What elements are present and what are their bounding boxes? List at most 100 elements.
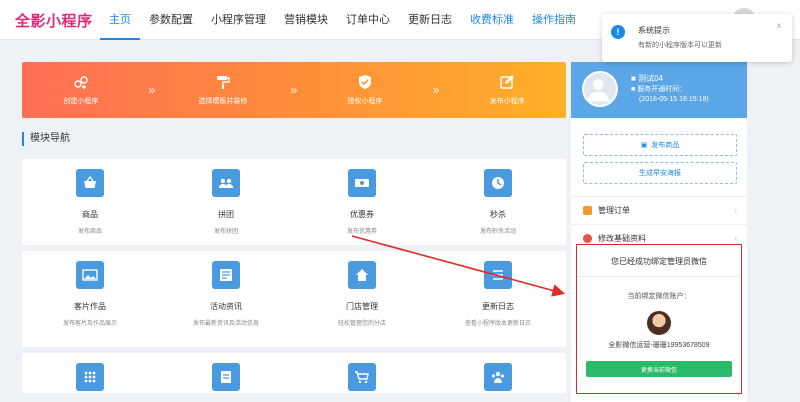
- module-desc: 轻松管理您的分店: [337, 321, 386, 327]
- profile-name-text: 测试04: [638, 74, 663, 83]
- module-card-flash-sale[interactable]: 秒杀 发布秒杀活动: [430, 159, 566, 245]
- profile-avatar[interactable]: [582, 71, 618, 107]
- module-desc: 发布商品: [77, 229, 102, 235]
- menu-label: 管理订单: [598, 206, 630, 215]
- module-title: 更新日志: [482, 302, 514, 311]
- module-title: 拼团: [218, 210, 234, 219]
- module-desc: 发布秒杀活动: [479, 229, 516, 235]
- cart-icon: [348, 363, 376, 391]
- module-card-coupons[interactable]: 优惠券 发布优惠券: [294, 159, 430, 245]
- module-desc: 发布优惠券: [346, 229, 377, 235]
- service-start-label: ■ 服务开通时间：: [631, 84, 686, 94]
- module-card-products[interactable]: 商品 发布商品: [22, 159, 158, 245]
- module-title: 客片作品: [74, 302, 106, 311]
- morning-poster-label: 生成早安海报: [639, 170, 681, 177]
- wechat-binding-panel: 您已经成功绑定管理员微信 当前绑定微信账户： 全影微信运营-珊珊19953678…: [576, 244, 742, 394]
- nav-item-marketing[interactable]: 营销模块: [275, 0, 337, 40]
- step-label: 授权小程序: [347, 98, 383, 105]
- module-card-team[interactable]: [430, 353, 566, 393]
- setup-steps-banner: 创建小程序 » 选择模板并装修 » 授权小程序 » 发布小程序: [22, 62, 566, 118]
- team-icon: [484, 363, 512, 391]
- calendar-icon: ■: [631, 86, 636, 93]
- profile-card: ■ 测试04 ■ 服务开通时间： (2018-05-15 16:15:18): [571, 62, 747, 118]
- chevron-right-icon: ›: [734, 206, 737, 215]
- toast-message: 有新的小程序版本可以更新: [638, 42, 722, 49]
- morning-poster-button[interactable]: 生成早安海报: [583, 162, 737, 184]
- side-panel: ■ 测试04 ■ 服务开通时间： (2018-05-15 16:15:18) ▣…: [571, 62, 747, 402]
- module-desc: 发布客片及作品展示: [62, 321, 117, 327]
- module-title: 秒杀: [490, 210, 506, 219]
- section-title-modules: 模块导航: [22, 132, 566, 146]
- paint-roller-icon: [216, 76, 230, 89]
- image-icon: [76, 261, 104, 289]
- wechat-avatar: [647, 311, 671, 335]
- service-start-date: (2018-05-15 16:15:18): [639, 96, 709, 103]
- service-start-label-text: 服务开通时间：: [637, 86, 687, 93]
- step-publish[interactable]: 发布小程序: [457, 74, 557, 106]
- nav-item-pricing[interactable]: 收费标准: [461, 0, 523, 40]
- step-label: 选择模板并装修: [198, 98, 248, 105]
- step-create[interactable]: 创建小程序: [31, 74, 131, 106]
- module-row: 商品 发布商品 拼团 发布拼团 优惠券 发布优惠券 秒杀 发布秒杀活动: [22, 159, 566, 245]
- change-wechat-button[interactable]: 更换当前微信: [586, 361, 732, 377]
- store-icon: [348, 261, 376, 289]
- module-title: 活动资讯: [210, 302, 242, 311]
- module-card-group-buy[interactable]: 拼团 发布拼团: [158, 159, 294, 245]
- module-card-apps[interactable]: [22, 353, 158, 393]
- menu-label: 修改基础资料: [598, 234, 646, 243]
- system-notification-toast: ! 系统提示 有新的小程序版本可以更新 ×: [602, 14, 792, 62]
- module-card-documents[interactable]: [158, 353, 294, 393]
- module-title: 商品: [82, 210, 98, 219]
- nav-item-guide[interactable]: 操作指南: [523, 0, 585, 40]
- brand-logo[interactable]: 全影小程序: [15, 10, 93, 31]
- step-arrow-icon: »: [148, 83, 156, 97]
- step-arrow-icon: »: [432, 83, 440, 97]
- wechat-binding-title: 您已经成功绑定管理员微信: [577, 256, 741, 277]
- module-card-portfolio[interactable]: 客片作品 发布客片及作品展示: [22, 251, 158, 347]
- group-icon: [212, 169, 240, 197]
- chevron-right-icon: ›: [734, 234, 737, 243]
- step-arrow-icon: »: [290, 83, 298, 97]
- module-card-stores[interactable]: 门店管理 轻松管理您的分店: [294, 251, 430, 347]
- news-icon: [212, 261, 240, 289]
- step-label: 创建小程序: [63, 98, 99, 105]
- nav-item-mini-program[interactable]: 小程序管理: [202, 0, 275, 40]
- module-card-news[interactable]: 活动资讯 发布最新资讯及活动信息: [158, 251, 294, 347]
- nav-item-home[interactable]: 主页: [100, 0, 140, 40]
- basket-icon: [76, 169, 104, 197]
- module-desc: 发布最新资讯及活动信息: [192, 321, 259, 327]
- module-card-changelog[interactable]: 更新日志 查看小程序版本更新日志: [430, 251, 566, 347]
- order-icon: [583, 206, 592, 215]
- module-grid: 商品 发布商品 拼团 发布拼团 优惠券 发布优惠券 秒杀 发布秒杀活动 客片作品…: [22, 159, 566, 393]
- step-label: 发布小程序: [489, 98, 525, 105]
- module-desc: 查看小程序版本更新日志: [464, 321, 531, 327]
- timer-icon: [484, 169, 512, 197]
- publish-product-label: 发布商品: [651, 142, 680, 149]
- nav-item-orders[interactable]: 订单中心: [337, 0, 399, 40]
- nav-item-changelog[interactable]: 更新日志: [399, 0, 461, 40]
- edit-icon: [500, 75, 515, 89]
- module-desc: 发布拼团: [213, 229, 238, 235]
- publish-product-button[interactable]: ▣ 发布商品: [583, 134, 737, 156]
- wechat-account-name: 全影微信运营-珊珊19953678509: [608, 342, 710, 349]
- mini-program-icon: [74, 76, 88, 89]
- wechat-bound-label: 当前绑定微信账户：: [627, 293, 691, 300]
- info-icon: !: [611, 25, 625, 39]
- close-icon[interactable]: ×: [776, 21, 782, 32]
- step-authorize[interactable]: 授权小程序: [315, 74, 415, 106]
- shield-check-icon: [359, 75, 372, 89]
- step-template[interactable]: 选择模板并装修: [173, 74, 273, 106]
- check-circle-icon: [583, 234, 592, 243]
- profile-name: ■ 测试04: [631, 73, 663, 84]
- module-title: 门店管理: [346, 302, 378, 311]
- menu-manage-orders[interactable]: 管理订单 ›: [571, 196, 747, 224]
- main-content: 创建小程序 » 选择模板并装修 » 授权小程序 » 发布小程序 模块导航 商品 …: [22, 62, 566, 399]
- log-icon: [484, 261, 512, 289]
- nav-item-params[interactable]: 参数配置: [140, 0, 202, 40]
- toast-title: 系统提示: [638, 26, 670, 35]
- module-card-cart[interactable]: [294, 353, 430, 393]
- plus-square-icon: ▣: [640, 142, 648, 149]
- document-icon: [212, 363, 240, 391]
- module-title: 优惠券: [350, 210, 374, 219]
- user-icon: ■: [631, 74, 636, 83]
